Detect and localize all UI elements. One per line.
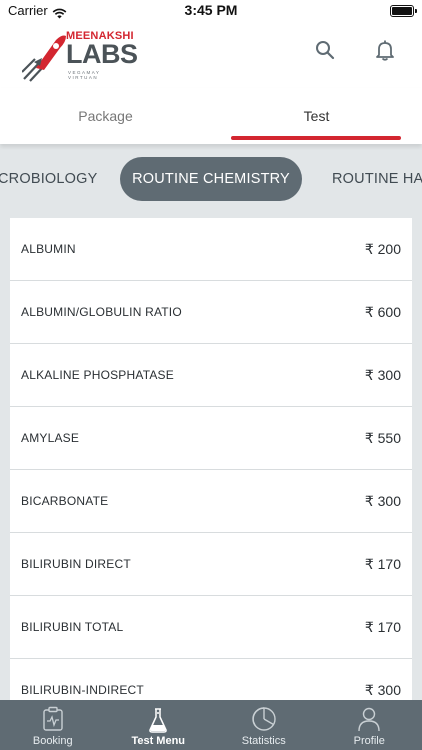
tab-bar: Package Test xyxy=(0,88,422,144)
test-name: BILIRUBIN-INDIRECT xyxy=(21,683,144,697)
search-button[interactable] xyxy=(311,36,339,64)
status-bar: Carrier 3:45 PM xyxy=(0,0,422,22)
category-strip[interactable]: CROBIOLOGY ROUTINE CHEMISTRY ROUTINE HAE xyxy=(0,144,422,210)
test-row[interactable]: ALBUMIN/GLOBULIN RATIO ₹ 600 xyxy=(10,281,412,344)
test-row[interactable]: BICARBONATE ₹ 300 xyxy=(10,470,412,533)
nav-booking[interactable]: Booking xyxy=(0,700,106,750)
category-routine-chemistry[interactable]: ROUTINE CHEMISTRY xyxy=(120,157,302,201)
test-name: ALBUMIN/GLOBULIN RATIO xyxy=(21,305,182,319)
flask-icon xyxy=(149,708,168,733)
nav-booking-label: Booking xyxy=(32,735,73,747)
test-name: BILIRUBIN DIRECT xyxy=(21,557,131,571)
tab-package[interactable]: Package xyxy=(0,88,211,144)
test-price: ₹ 170 xyxy=(364,556,401,572)
logo-main-text: LABS xyxy=(66,39,138,69)
category-microbiology[interactable]: CROBIOLOGY xyxy=(0,157,98,201)
test-name: BILIRUBIN TOTAL xyxy=(21,620,124,634)
meenakshi-labs-logo: MEENAKSHI LABS VEGAMAY VIRTUAN xyxy=(22,28,138,82)
test-row[interactable]: BILIRUBIN-INDIRECT ₹ 300 xyxy=(10,659,412,700)
test-price: ₹ 200 xyxy=(364,241,401,257)
test-price: ₹ 300 xyxy=(364,493,401,509)
category-routine-haematology[interactable]: ROUTINE HAE xyxy=(332,157,422,201)
test-price: ₹ 300 xyxy=(364,367,401,383)
nav-profile[interactable]: Profile xyxy=(317,700,422,750)
nav-test-menu[interactable]: Test Menu xyxy=(106,700,212,750)
bell-icon xyxy=(376,40,394,61)
test-name: AMYLASE xyxy=(21,431,80,445)
nav-statistics-label: Statistics xyxy=(241,735,286,747)
battery-icon xyxy=(390,5,417,17)
test-price: ₹ 550 xyxy=(364,430,401,446)
active-tab-indicator xyxy=(231,136,401,140)
logo-sub-text: VEGAMAY VIRTUAN xyxy=(68,70,101,80)
rocket-logo-icon xyxy=(22,35,66,82)
test-row[interactable]: AMYLASE ₹ 550 xyxy=(10,407,412,470)
test-name: BICARBONATE xyxy=(21,494,109,508)
user-icon xyxy=(358,707,380,732)
app-header: MEENAKSHI LABS VEGAMAY VIRTUAN xyxy=(0,22,422,88)
test-list-container[interactable]: ALBUMIN ₹ 200 ALBUMIN/GLOBULIN RATIO ₹ 6… xyxy=(0,210,422,700)
clock: 3:45 PM xyxy=(184,2,238,18)
nav-profile-label: Profile xyxy=(353,735,385,747)
test-name: ALBUMIN xyxy=(21,242,76,256)
nav-test-menu-label: Test Menu xyxy=(131,735,186,747)
test-price: ₹ 300 xyxy=(364,682,401,698)
test-row[interactable]: ALKALINE PHOSPHATASE ₹ 300 xyxy=(10,344,412,407)
search-icon xyxy=(316,41,335,60)
test-name: ALKALINE PHOSPHATASE xyxy=(21,368,174,382)
test-price: ₹ 170 xyxy=(364,619,401,635)
test-row[interactable]: ALBUMIN ₹ 200 xyxy=(10,218,412,281)
test-row[interactable]: BILIRUBIN TOTAL ₹ 170 xyxy=(10,596,412,659)
test-list: ALBUMIN ₹ 200 ALBUMIN/GLOBULIN RATIO ₹ 6… xyxy=(10,218,412,700)
clipboard-icon xyxy=(43,706,63,731)
bottom-nav: Booking Test Menu Statistics Profile xyxy=(0,700,422,750)
test-price: ₹ 600 xyxy=(364,304,401,320)
notifications-button[interactable] xyxy=(371,36,399,64)
test-row[interactable]: BILIRUBIN DIRECT ₹ 170 xyxy=(10,533,412,596)
pie-chart-icon xyxy=(252,707,276,731)
nav-statistics[interactable]: Statistics xyxy=(211,700,317,750)
